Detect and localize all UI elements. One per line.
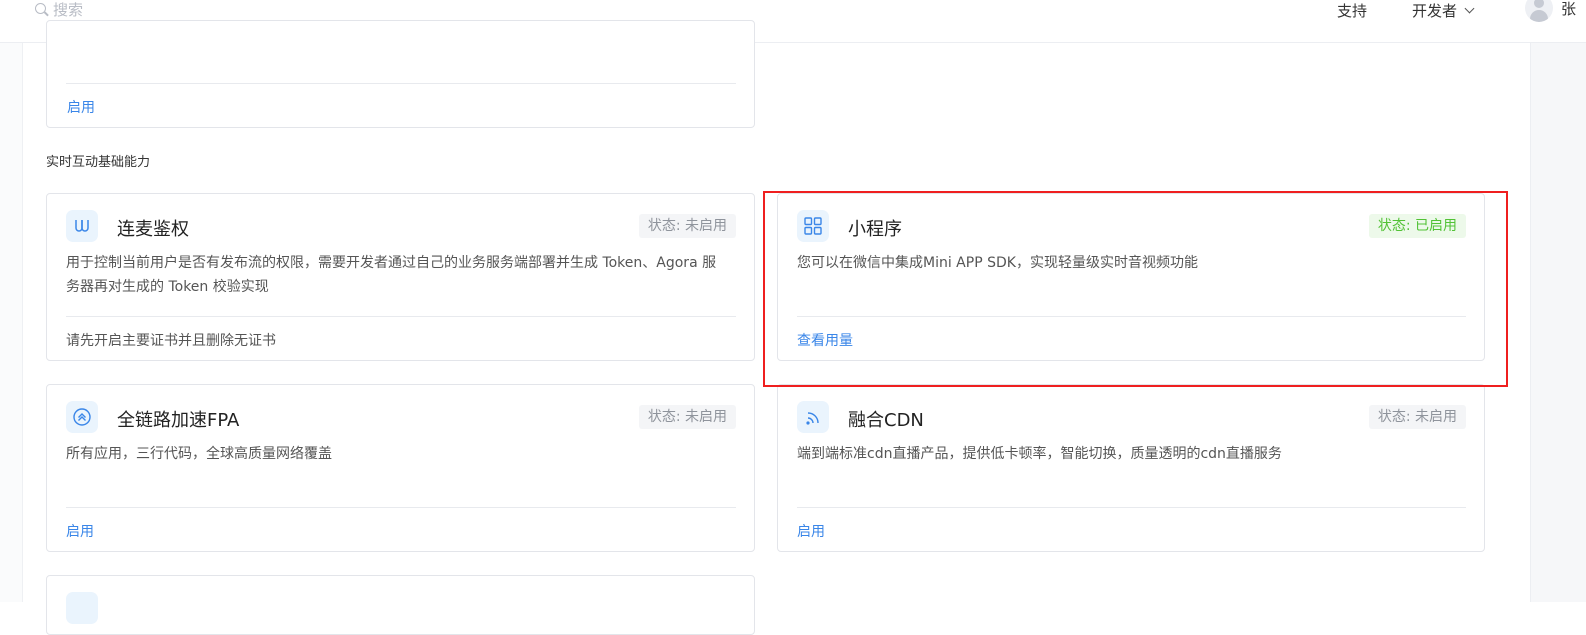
card-title: 融合CDN: [848, 410, 924, 431]
view-usage-link[interactable]: 查看用量: [797, 330, 853, 350]
feature-card-partial: 启用: [46, 20, 755, 128]
feature-card-cohost-auth: 连麦鉴权 状态: 未启用 用于控制当前用户是否有发布流的权限，需要开发者通过自己…: [46, 193, 755, 361]
card-divider: [66, 316, 736, 317]
description-line: 务器再对生成的 Token 校验实现: [66, 279, 269, 295]
search-icon: [35, 3, 48, 16]
search-box[interactable]: 搜索: [35, 0, 83, 20]
card-title: 连麦鉴权: [117, 219, 189, 240]
status-badge: 状态: 未启用: [638, 405, 736, 429]
feature-card-mini-program: 小程序 状态: 已启用 您可以在微信中集成Mini APP SDK，实现轻量级实…: [777, 193, 1485, 361]
card-divider: [797, 316, 1466, 317]
feature-card-partial: [46, 575, 755, 635]
developer-menu-label: 开发者: [1412, 2, 1458, 20]
feature-card-cdn: 融合CDN 状态: 未启用 端到端标准cdn直播产品，提供低卡顿率，智能切换，质…: [777, 384, 1485, 552]
card-description: 端到端标准cdn直播产品，提供低卡顿率，智能切换，质量透明的cdn直播服务: [797, 446, 1282, 462]
developer-menu[interactable]: 开发者: [1412, 0, 1475, 21]
cohost-auth-icon: [66, 210, 98, 242]
enable-link[interactable]: 启用: [66, 521, 94, 541]
feature-card-fpa: 全链路加速FPA 状态: 未启用 所有应用，三行代码，全球高质量网络覆盖 启用: [46, 384, 755, 552]
support-link[interactable]: 支持: [1337, 0, 1367, 21]
search-input[interactable]: 搜索: [53, 0, 83, 20]
enable-link[interactable]: 启用: [797, 521, 825, 541]
card-title: 全链路加速FPA: [117, 410, 240, 431]
avatar[interactable]: [1525, 0, 1553, 22]
description-line: 用于控制当前用户是否有发布流的权限，需要开发者通过自己的业务服务端部署并生成 T…: [66, 255, 717, 271]
grid-icon: [797, 210, 829, 242]
user-name[interactable]: 张: [1561, 0, 1576, 19]
card-description: 您可以在微信中集成Mini APP SDK，实现轻量级实时音视频功能: [797, 255, 1198, 271]
status-badge: 状态: 未启用: [638, 214, 736, 238]
card-divider: [66, 83, 736, 84]
card-description: 用于控制当前用户是否有发布流的权限，需要开发者通过自己的业务服务端部署并生成 T…: [66, 251, 738, 299]
card-divider: [797, 507, 1466, 508]
card-description: 所有应用，三行代码，全球高质量网络覆盖: [66, 446, 332, 462]
enable-link[interactable]: 启用: [67, 97, 95, 117]
card-title: 小程序: [848, 219, 902, 240]
card-divider: [66, 507, 736, 508]
chevron-down-icon: [1464, 3, 1475, 14]
card-note: 请先开启主要证书并且删除无证书: [66, 333, 276, 349]
section-title: 实时互动基础能力: [46, 155, 151, 170]
acceleration-icon: [66, 401, 98, 433]
status-badge: 状态: 已启用: [1368, 214, 1466, 238]
status-badge: 状态: 未启用: [1368, 405, 1466, 429]
left-gutter: [0, 43, 23, 602]
signal-icon: [797, 401, 829, 433]
feature-icon: [66, 592, 98, 624]
right-scroll-area: [1530, 43, 1586, 602]
